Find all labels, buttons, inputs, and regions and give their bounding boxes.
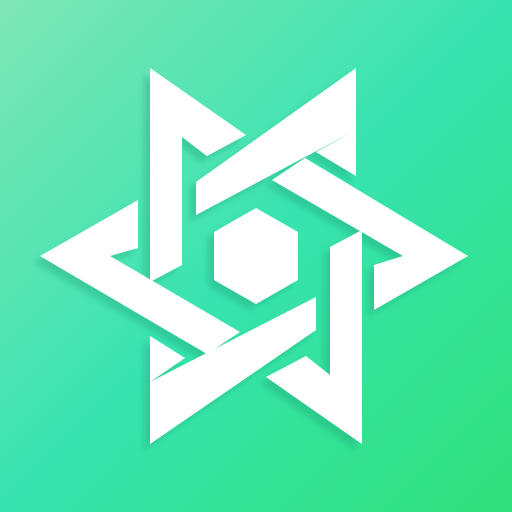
hexagram-logo-icon bbox=[0, 0, 512, 512]
app-icon bbox=[0, 0, 512, 512]
